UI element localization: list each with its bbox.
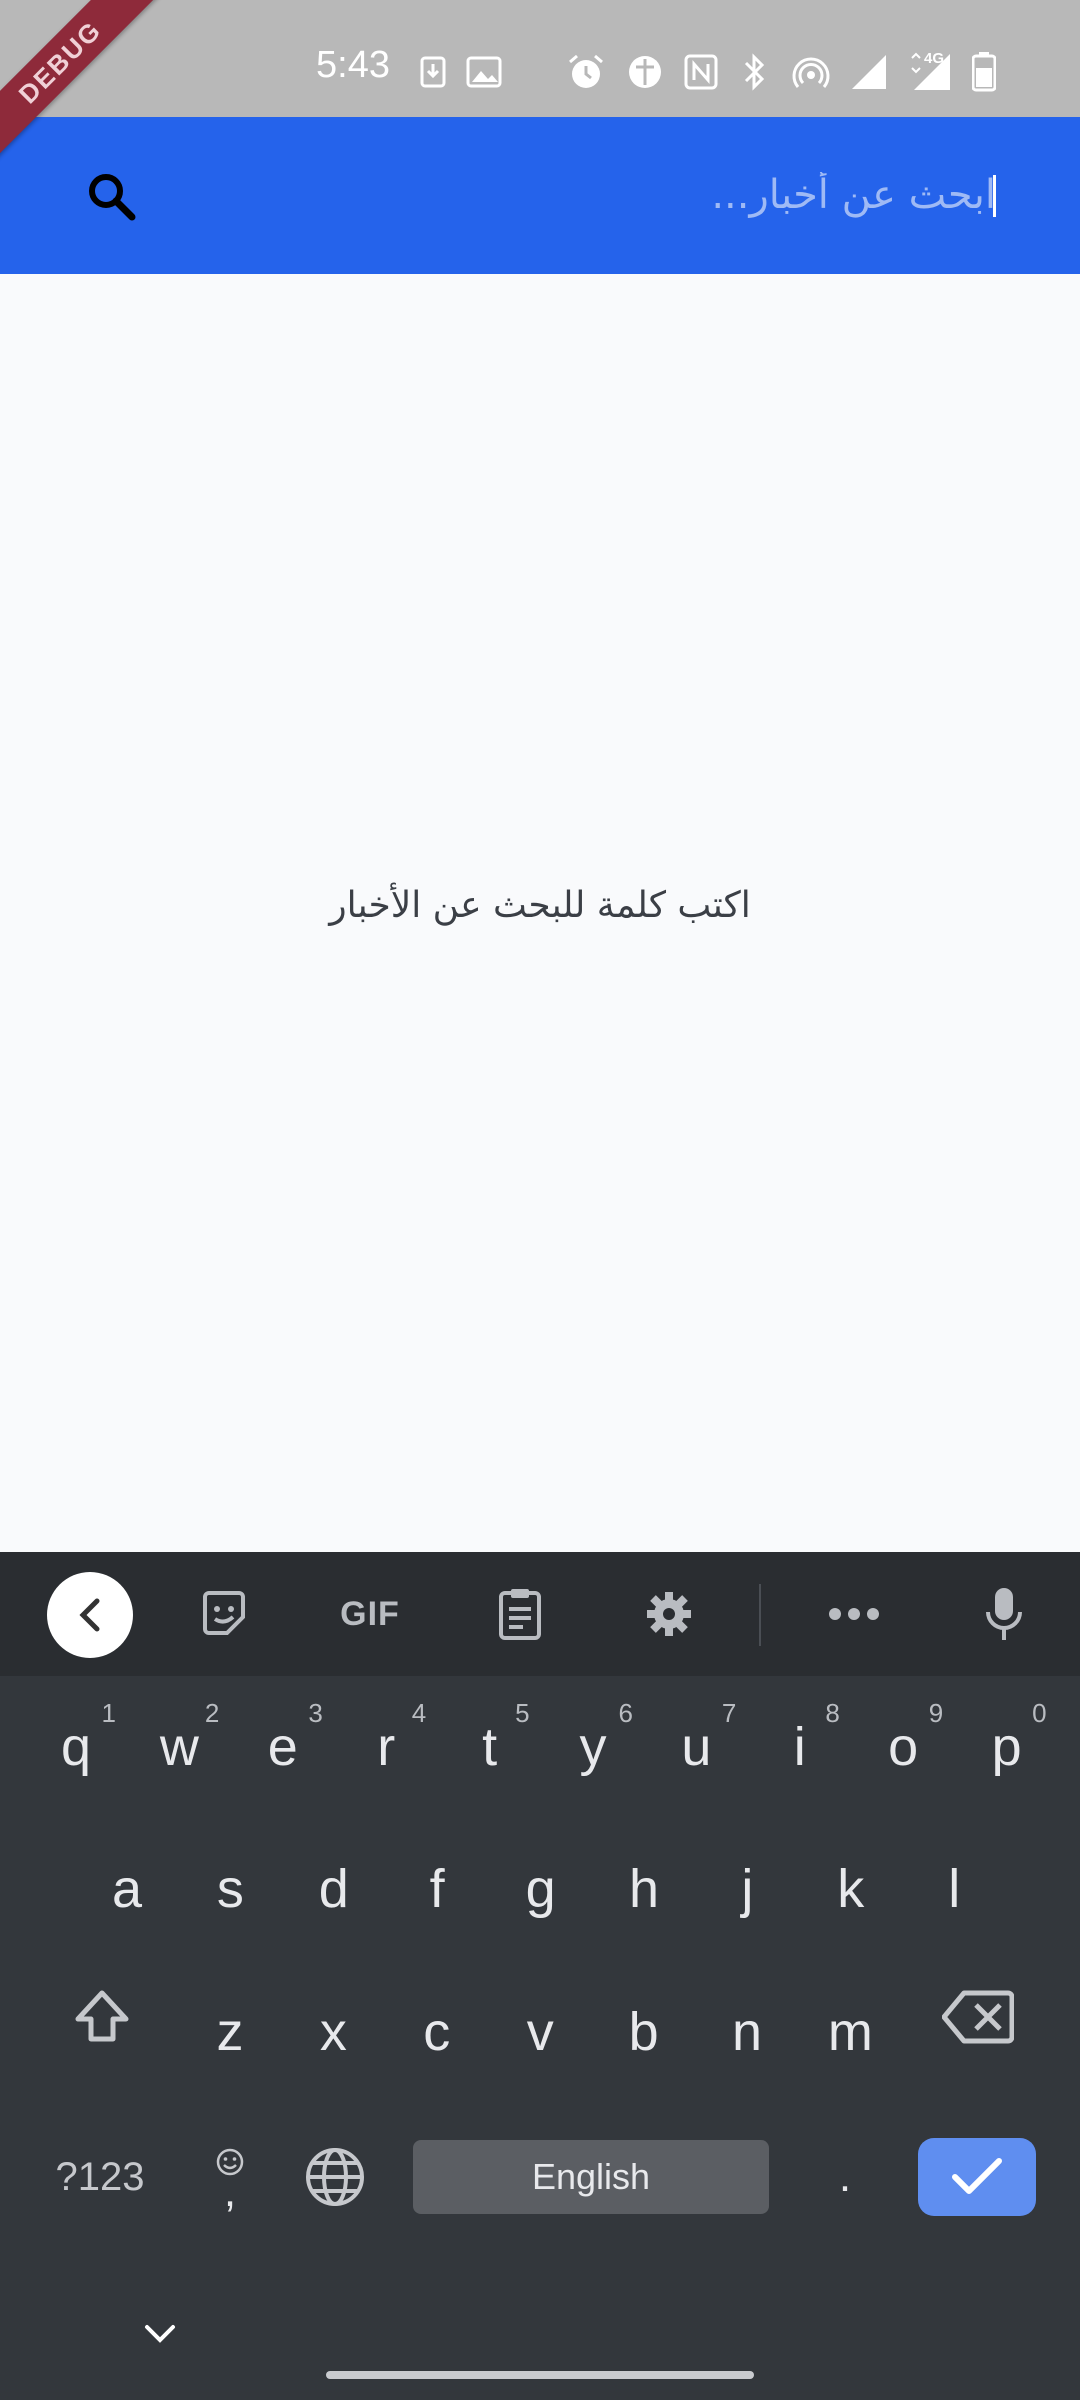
bluetooth-icon xyxy=(738,53,772,91)
sticker-icon xyxy=(203,1591,245,1635)
key-f[interactable]: f xyxy=(387,1834,487,1944)
key-a[interactable]: a xyxy=(77,1834,177,1944)
search-input[interactable] xyxy=(200,147,996,243)
backspace-key[interactable] xyxy=(928,1962,1028,2072)
symbols-key[interactable]: ?123 xyxy=(40,2132,160,2222)
text-caret xyxy=(993,175,996,217)
key-t[interactable]: t5 xyxy=(440,1692,540,1802)
toolbar-divider xyxy=(759,1584,761,1646)
toolbar-collapse-button[interactable] xyxy=(47,1572,133,1658)
keyboard-toolbar: GIF xyxy=(0,1552,1080,1676)
key-label: o xyxy=(888,1717,919,1777)
done-key[interactable] xyxy=(918,2138,1036,2216)
navigation-handle[interactable] xyxy=(326,2371,754,2379)
key-number-hint: 7 xyxy=(721,1698,737,1728)
shift-icon xyxy=(75,1990,129,2042)
key-number-hint: 9 xyxy=(928,1698,944,1728)
hotspot-icon xyxy=(792,53,830,91)
battery-icon xyxy=(972,52,996,92)
language-key[interactable] xyxy=(290,2132,380,2222)
vpn-icon xyxy=(626,53,664,91)
key-label: t xyxy=(482,1717,498,1777)
settings-button[interactable] xyxy=(625,1570,713,1658)
empty-state-message: اكتب كلمة للبحث عن الأخبار xyxy=(329,885,751,926)
backspace-icon xyxy=(942,1990,1014,2044)
comma-emoji-key[interactable]: , xyxy=(190,2122,270,2232)
clipboard-button[interactable] xyxy=(476,1570,564,1658)
key-r[interactable]: r4 xyxy=(336,1692,436,1802)
key-number-hint: 5 xyxy=(515,1698,530,1728)
key-z[interactable]: z xyxy=(180,1977,280,2087)
gif-button[interactable]: GIF xyxy=(326,1570,414,1658)
key-number-hint: 2 xyxy=(204,1698,220,1728)
key-s[interactable]: s xyxy=(180,1834,280,1944)
check-icon xyxy=(952,2158,1002,2194)
key-w[interactable]: w2 xyxy=(129,1692,229,1802)
microphone-icon xyxy=(986,1588,1022,1640)
key-p[interactable]: p0 xyxy=(957,1692,1057,1802)
key-k[interactable]: k xyxy=(801,1834,901,1944)
key-j[interactable]: j xyxy=(697,1834,797,1944)
chevron-left-icon xyxy=(79,1598,100,1632)
key-g[interactable]: g xyxy=(491,1834,591,1944)
clipboard-icon xyxy=(499,1589,541,1640)
key-o[interactable]: o9 xyxy=(853,1692,953,1802)
key-number-hint: 8 xyxy=(825,1698,840,1728)
key-label: y xyxy=(579,1717,607,1777)
network-type-label: 4G xyxy=(924,50,945,67)
nfc-icon xyxy=(684,54,718,90)
search-button[interactable] xyxy=(70,155,154,239)
gear-icon xyxy=(647,1592,691,1636)
key-label: u xyxy=(681,1717,712,1777)
key-i[interactable]: i8 xyxy=(750,1692,850,1802)
key-b[interactable]: b xyxy=(594,1977,694,2087)
status-time: 5:43 xyxy=(316,44,390,86)
app-bar xyxy=(0,117,1080,274)
hide-keyboard-button[interactable] xyxy=(120,2304,200,2364)
comma-label: , xyxy=(223,2167,237,2216)
gif-label: GIF xyxy=(340,1594,400,1633)
image-icon xyxy=(466,56,502,88)
more-button[interactable] xyxy=(810,1570,898,1658)
key-label: q xyxy=(60,1717,92,1777)
search-icon xyxy=(89,174,136,221)
key-number-hint: 4 xyxy=(411,1698,427,1728)
sticker-button[interactable] xyxy=(180,1570,268,1658)
key-u[interactable]: u7 xyxy=(646,1692,746,1802)
key-label: e xyxy=(267,1717,298,1777)
status-bar: 5:43 4G xyxy=(0,0,1080,117)
key-x[interactable]: x xyxy=(283,1977,383,2087)
key-number-hint: 1 xyxy=(101,1698,116,1728)
voice-input-button[interactable] xyxy=(960,1570,1048,1658)
key-l[interactable]: l xyxy=(904,1834,1004,1944)
key-number-hint: 6 xyxy=(618,1698,633,1728)
globe-icon xyxy=(306,2148,364,2206)
signal-icon xyxy=(850,53,888,91)
period-key[interactable]: . xyxy=(800,2132,890,2222)
key-label: w xyxy=(159,1717,199,1777)
alarm-icon xyxy=(566,52,606,92)
key-d[interactable]: d xyxy=(284,1834,384,1944)
key-label: r xyxy=(377,1717,396,1777)
key-c[interactable]: c xyxy=(387,1977,487,2087)
key-number-hint: 3 xyxy=(308,1698,323,1728)
key-h[interactable]: h xyxy=(594,1834,694,1944)
key-y[interactable]: y6 xyxy=(543,1692,643,1802)
key-e[interactable]: e3 xyxy=(233,1692,333,1802)
key-label: i xyxy=(793,1717,806,1777)
chevron-down-icon xyxy=(145,2325,175,2343)
key-label: p xyxy=(991,1717,1022,1777)
key-q[interactable]: q1 xyxy=(26,1692,126,1802)
key-m[interactable]: m xyxy=(800,1977,900,2087)
key-v[interactable]: v xyxy=(490,1977,590,2087)
shift-key[interactable] xyxy=(52,1962,152,2072)
status-icons: 4G xyxy=(420,48,1016,96)
key-n[interactable]: n xyxy=(697,1977,797,2087)
signal-4g-icon: 4G xyxy=(908,50,952,92)
download-icon xyxy=(420,56,446,88)
keyboard: GIF q1w2e3r4t5y6u7i8o9p0 asdfghjkl zxcvb… xyxy=(0,1552,1080,2400)
key-number-hint: 0 xyxy=(1032,1698,1047,1728)
more-horizontal-icon xyxy=(829,1608,879,1620)
space-key[interactable]: English xyxy=(413,2140,769,2214)
